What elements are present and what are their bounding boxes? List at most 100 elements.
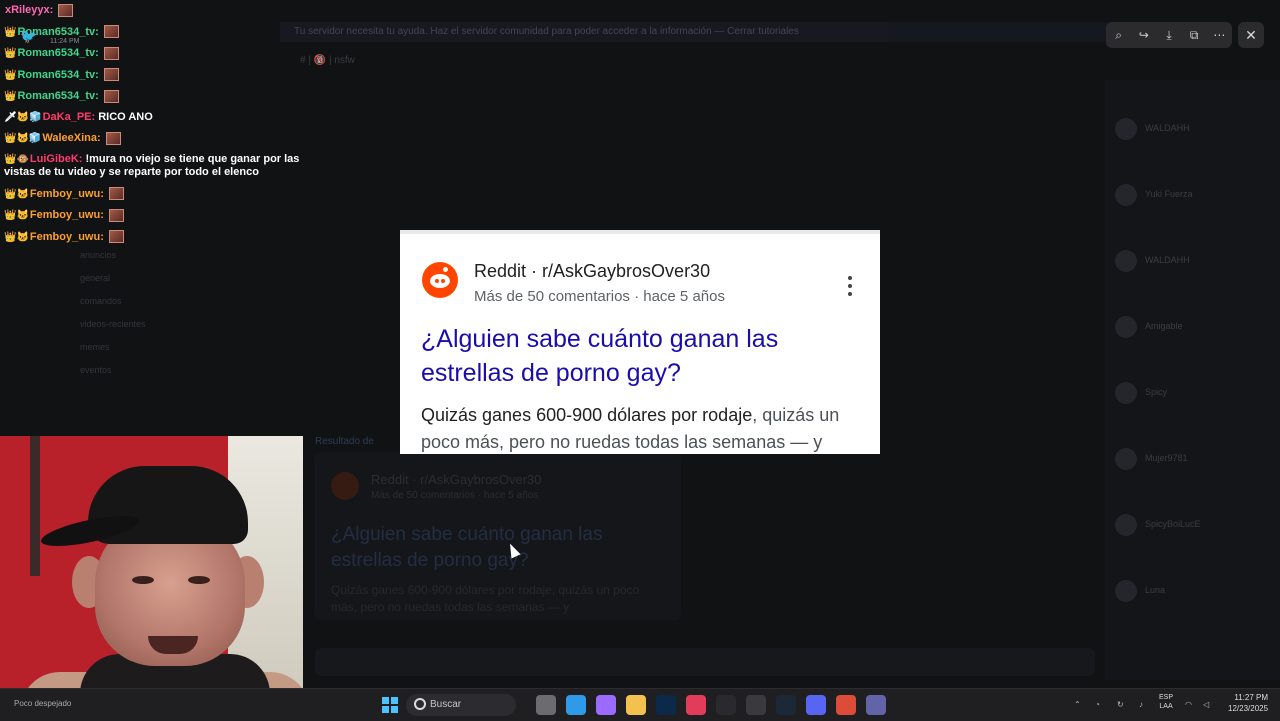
network-icon[interactable]: ◔ (1095, 700, 1100, 709)
share-icon[interactable]: ↪ (1135, 26, 1153, 44)
chat-username[interactable]: WaleeXina: (42, 132, 100, 144)
chat-message: 👑Roman6534_tv: (4, 43, 309, 64)
member-name: Mujer9781 (1145, 453, 1188, 463)
member-name: WALDAHH (1145, 255, 1190, 265)
epic-icon[interactable] (746, 695, 766, 715)
chat-username[interactable]: Femboy_uwu: (30, 231, 104, 243)
avatar (1115, 118, 1137, 140)
edge-icon[interactable] (566, 695, 586, 715)
zoom-icon[interactable]: ⌕ (1110, 26, 1128, 44)
teams-icon[interactable] (866, 695, 886, 715)
mic-icon[interactable]: ♪ (1139, 700, 1143, 709)
chat-badges-icon: 👑🐱🧊 (4, 133, 42, 145)
chat-username[interactable]: LuiGibeK: (30, 153, 83, 165)
avatar (1115, 316, 1137, 338)
windows-start-icon[interactable] (382, 697, 398, 713)
chat-username[interactable]: Roman6534_tv: (17, 47, 98, 59)
obs-icon[interactable] (716, 695, 736, 715)
chat-emote-icon (103, 89, 119, 103)
snippet-highlight: Quizás ganes 600-900 dólares por rodaje (421, 405, 753, 425)
chat-username[interactable]: Roman6534_tv: (17, 90, 98, 102)
discord-icon[interactable] (806, 695, 826, 715)
chat-username[interactable]: Femboy_uwu: (30, 188, 104, 200)
webcam-feed (0, 436, 303, 700)
channel-item[interactable]: videos-recientes (80, 319, 146, 329)
embed-meta: Más de 50 comentarios · hace 5 años (371, 490, 539, 501)
chat-username[interactable]: Roman6534_tv: (17, 69, 98, 81)
volume-icon[interactable]: ◁ (1203, 700, 1209, 709)
channel-item[interactable]: comandos (80, 296, 122, 306)
background-embed[interactable]: Reddit · r/AskGaybrosOver30 Más de 50 co… (315, 452, 681, 620)
more-icon[interactable]: ⋯ (1210, 26, 1228, 44)
chat-message: 👑Roman6534_tv: (4, 64, 309, 85)
chat-emote-icon (103, 68, 119, 82)
member-item[interactable]: SpicyBoiLucE (1115, 514, 1270, 538)
chat-badges-icon: 👑🐱 (4, 188, 29, 200)
wifi-icon[interactable]: ◠ (1185, 700, 1192, 709)
copilot-icon[interactable] (596, 695, 616, 715)
steam-icon[interactable] (776, 695, 796, 715)
music-icon[interactable] (686, 695, 706, 715)
files-icon[interactable] (536, 695, 556, 715)
chat-message: 👑🐱Femboy_uwu: (4, 183, 309, 204)
keyboard-layout: LAA (1159, 703, 1173, 710)
chat-username[interactable]: Femboy_uwu: (30, 209, 104, 221)
server-banner[interactable]: Tu servidor necesita tu ayuda. Haz el se… (280, 22, 1120, 42)
more-vert-icon[interactable] (844, 276, 856, 296)
member-item[interactable]: Yuki Fuerza (1115, 184, 1270, 208)
member-item[interactable]: WALDAHH (1115, 250, 1270, 274)
folder-icon[interactable] (626, 695, 646, 715)
tray-chevron-icon[interactable]: ⌃ (1074, 700, 1081, 709)
sync-icon[interactable]: ↻ (1117, 700, 1124, 709)
close-icon[interactable]: ✕ (1238, 22, 1264, 48)
chrome-icon[interactable] (836, 695, 856, 715)
chat-timestamp: 11:24 PM (50, 38, 80, 45)
chat-badges-icon: 🗡🐱🧊 (4, 112, 42, 124)
weather-widget[interactable]: Poco despejado (14, 699, 71, 708)
result-title[interactable]: ¿Alguien sabe cuánto ganan las estrellas… (421, 322, 841, 390)
channel-header: # | 🔞 | nsfw (300, 55, 355, 66)
chat-message: 👑🐵LuiGibeK: !mura no viejo se tiene que g… (4, 149, 309, 183)
message-input[interactable] (315, 648, 1095, 676)
chat-username[interactable]: DaKa_PE: (43, 111, 96, 123)
channel-item[interactable]: anuncios (80, 250, 116, 260)
channel-list: anuncios general comandos videos-recientes m… (40, 250, 280, 430)
chat-message: 👑🐱Femboy_uwu: (4, 205, 309, 226)
chat-username[interactable]: xRileyyx: (5, 4, 53, 16)
avatar (1115, 184, 1137, 206)
channel-item[interactable]: eventos (80, 365, 112, 375)
clock-time: 11:27 PM (1234, 693, 1268, 702)
section-label: Resultado de (315, 436, 374, 447)
taskbar-clock[interactable]: 11:27 PM 12/23/2025 (1228, 692, 1268, 714)
chat-emote-icon (103, 25, 119, 39)
member-name: Amigable (1145, 321, 1183, 331)
taskbar-search[interactable]: Buscar (406, 694, 516, 716)
chat-badges-icon: 👑 (4, 91, 17, 103)
member-list: WALDAHH Yuki Fuerza WALDAHH Amigable Spicy Mu… (1105, 80, 1280, 680)
cam-eye-left (132, 576, 154, 584)
chat-message: 🗡🐱🧊DaKa_PE: RICO ANO (4, 107, 309, 128)
member-item[interactable]: Luna (1115, 580, 1270, 604)
result-meta: Más de 50 comentarios · hace 5 años (474, 288, 725, 305)
embed-reddit-icon (331, 472, 359, 500)
member-item[interactable]: Amigable (1115, 316, 1270, 340)
embed-source: Reddit · r/AskGaybrosOver30 (371, 472, 542, 487)
chat-badges-icon: 👑🐱 (4, 231, 29, 243)
open-external-icon[interactable]: ⧉ (1185, 26, 1203, 44)
channel-item[interactable]: memes (80, 342, 110, 352)
member-item[interactable]: Spicy (1115, 382, 1270, 406)
chat-emote-icon (108, 230, 124, 244)
chat-message: 👑Roman6534_tv: (4, 86, 309, 107)
channel-item[interactable]: general (80, 273, 110, 283)
member-name: Luna (1145, 585, 1166, 595)
chat-badges-icon: 👑 (4, 48, 17, 60)
search-result-card[interactable]: Reddit · r/AskGaybrosOver30 Más de 50 co… (400, 230, 880, 454)
member-item[interactable]: Mujer9781 (1115, 448, 1270, 472)
member-item[interactable]: WALDAHH (1115, 118, 1270, 142)
photoshop-icon[interactable] (656, 695, 676, 715)
language-indicator[interactable]: ESP LAA (1159, 693, 1173, 711)
cam-eye-right (188, 576, 210, 584)
download-icon[interactable]: ⤓ (1160, 26, 1178, 44)
embed-title[interactable]: ¿Alguien sabe cuánto ganan las estrellas… (331, 522, 631, 574)
result-source[interactable]: Reddit · r/AskGaybrosOver30 (474, 261, 710, 282)
